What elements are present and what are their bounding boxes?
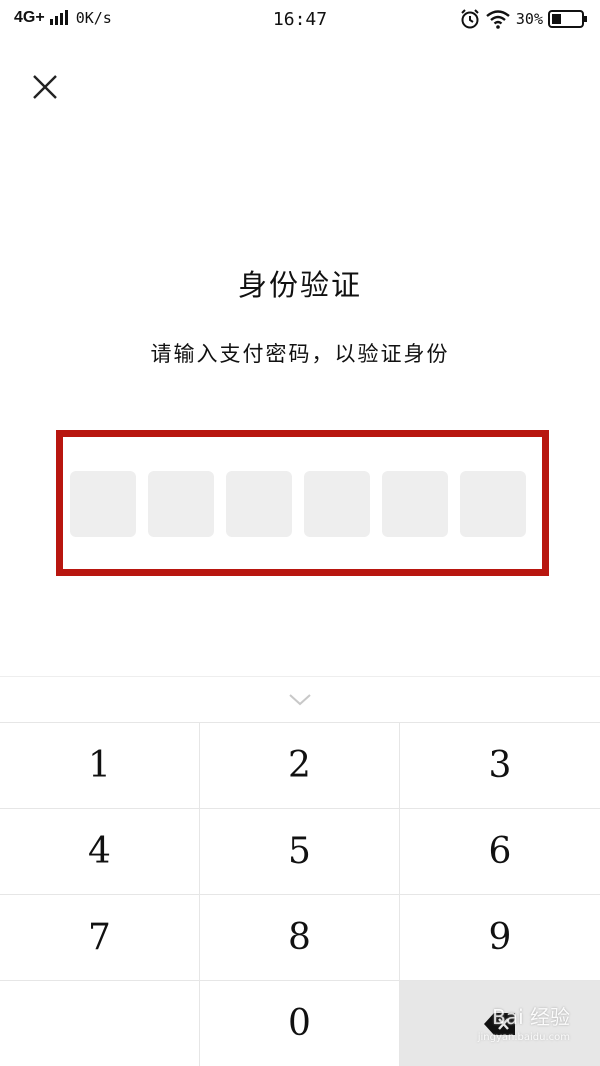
- key-2[interactable]: 2: [200, 723, 400, 809]
- key-9[interactable]: 9: [400, 895, 600, 981]
- close-button[interactable]: [28, 70, 62, 104]
- pin-digit-box-1[interactable]: [70, 471, 136, 537]
- key-3[interactable]: 3: [400, 723, 600, 809]
- close-icon[interactable]: [28, 70, 62, 104]
- pin-digit-box-5[interactable]: [382, 471, 448, 537]
- pin-digit-box-4[interactable]: [304, 471, 370, 537]
- pin-digit-box-6[interactable]: [460, 471, 526, 537]
- key-5[interactable]: 5: [200, 809, 400, 895]
- wifi-icon: [486, 10, 510, 29]
- key-blank: [0, 981, 200, 1066]
- pin-digit-box-3[interactable]: [226, 471, 292, 537]
- alarm-icon: [461, 9, 479, 29]
- numeric-keypad: 1 2 3 4 5 6 7 8 9 0 Bai 经验 jingyan.baidu…: [0, 722, 600, 1066]
- pin-input[interactable]: [70, 471, 526, 537]
- watermark-main: Bai 经验: [492, 1005, 570, 1029]
- key-4[interactable]: 4: [0, 809, 200, 895]
- battery-icon: [548, 10, 587, 28]
- backspace-key[interactable]: Bai 经验 jingyan.baidu.com: [400, 981, 600, 1066]
- key-6[interactable]: 6: [400, 809, 600, 895]
- key-7[interactable]: 7: [0, 895, 200, 981]
- key-0[interactable]: 0: [200, 981, 400, 1066]
- page-subtitle: 请输入支付密码，以验证身份: [150, 342, 450, 366]
- status-bar: 4G+ 0K/s 16:47 30%: [0, 0, 600, 40]
- keypad-collapse-bar[interactable]: [0, 676, 600, 722]
- battery-percent: 30%: [515, 10, 543, 28]
- status-right: 30%: [459, 8, 588, 30]
- page-title: 身份验证: [237, 268, 362, 302]
- chevron-down-icon[interactable]: [288, 693, 312, 707]
- pin-digit-box-2[interactable]: [148, 471, 214, 537]
- key-1[interactable]: 1: [0, 723, 200, 809]
- key-8[interactable]: 8: [200, 895, 400, 981]
- watermark: Bai 经验 jingyan.baidu.com: [478, 1001, 570, 1043]
- watermark-sub: jingyan.baidu.com: [477, 1032, 570, 1043]
